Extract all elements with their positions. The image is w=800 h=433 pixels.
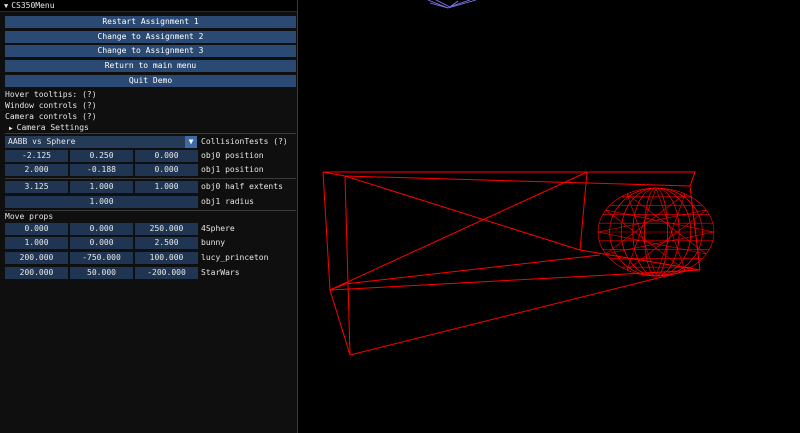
starwars-y[interactable]: 50.000: [70, 267, 133, 279]
menu-titlebar[interactable]: ▼ CS350Menu: [0, 0, 297, 12]
obj1-position-z[interactable]: 0.000: [135, 164, 198, 176]
collision-test-select[interactable]: AABB vs Sphere ▼: [5, 136, 197, 148]
obj0-half-extents-y[interactable]: 1.000: [70, 181, 133, 193]
obj0-half-extents-z[interactable]: 1.000: [135, 181, 198, 193]
change-assignment-2-button[interactable]: Change to Assignment 2: [5, 31, 296, 43]
bunny-x[interactable]: 1.000: [5, 237, 68, 249]
lucy-princeton-y[interactable]: -750.000: [70, 252, 133, 264]
obj0-position-x[interactable]: -2.125: [5, 150, 68, 162]
chevron-down-icon[interactable]: ▼: [185, 136, 197, 148]
window-controls-help[interactable]: Window controls (?): [5, 100, 97, 111]
camera-settings-tree[interactable]: ▶ Camera Settings: [9, 122, 89, 133]
restart-assignment-1-button[interactable]: Restart Assignment 1: [5, 16, 296, 28]
collision-test-value: AABB vs Sphere: [8, 137, 76, 146]
starwars-x[interactable]: 200.000: [5, 267, 68, 279]
bunny-label: bunny: [201, 238, 226, 247]
lucy-princeton-z[interactable]: 100.000: [135, 252, 198, 264]
change-assignment-3-button[interactable]: Change to Assignment 3: [5, 45, 296, 57]
menu-title: CS350Menu: [11, 1, 55, 10]
starwars-label: StarWars: [201, 268, 240, 277]
separator: [5, 133, 296, 134]
4sphere-y[interactable]: 0.000: [70, 223, 133, 235]
camera-controls-help[interactable]: Camera controls (?): [5, 111, 97, 122]
return-main-menu-button[interactable]: Return to main menu: [5, 60, 296, 72]
quit-demo-button[interactable]: Quit Demo: [5, 75, 296, 87]
obj0-position-z[interactable]: 0.000: [135, 150, 198, 162]
aabb-wireframe: [322, 171, 701, 356]
obj1-position-label: obj1 position: [201, 165, 264, 174]
lucy-princeton-label: lucy_princeton: [201, 253, 269, 262]
obj1-radius-field[interactable]: 1.000: [5, 196, 198, 208]
lucy-princeton-x[interactable]: 200.000: [5, 252, 68, 264]
obj1-radius-label: obj1 radius: [201, 197, 254, 206]
obj1-position-y[interactable]: -0.188: [70, 164, 133, 176]
collision-tests-label[interactable]: CollisionTests (?): [201, 136, 288, 148]
move-props-header: Move props: [5, 212, 54, 221]
obj0-half-extents-x[interactable]: 3.125: [5, 181, 68, 193]
triangle-down-icon[interactable]: ▼: [4, 2, 8, 10]
top-mesh-fragment: [427, 0, 477, 9]
triangle-right-icon[interactable]: ▶: [9, 125, 13, 132]
4sphere-x[interactable]: 0.000: [5, 223, 68, 235]
obj1-position-x[interactable]: 2.000: [5, 164, 68, 176]
obj0-position-y[interactable]: 0.250: [70, 150, 133, 162]
starwars-z[interactable]: -200.000: [135, 267, 198, 279]
separator: [5, 178, 296, 179]
bunny-z[interactable]: 2.500: [135, 237, 198, 249]
4sphere-label: 4Sphere: [201, 224, 235, 233]
obj0-half-extents-label: obj0 half extents: [201, 182, 283, 191]
cs350-menu-panel[interactable]: ▼ CS350Menu Restart Assignment 1 Change …: [0, 0, 298, 433]
obj0-position-label: obj0 position: [201, 151, 264, 160]
bunny-y[interactable]: 0.000: [70, 237, 133, 249]
camera-settings-label: Camera Settings: [16, 123, 89, 132]
4sphere-z[interactable]: 250.000: [135, 223, 198, 235]
hover-tooltips-help[interactable]: Hover tooltips: (?): [5, 89, 97, 100]
